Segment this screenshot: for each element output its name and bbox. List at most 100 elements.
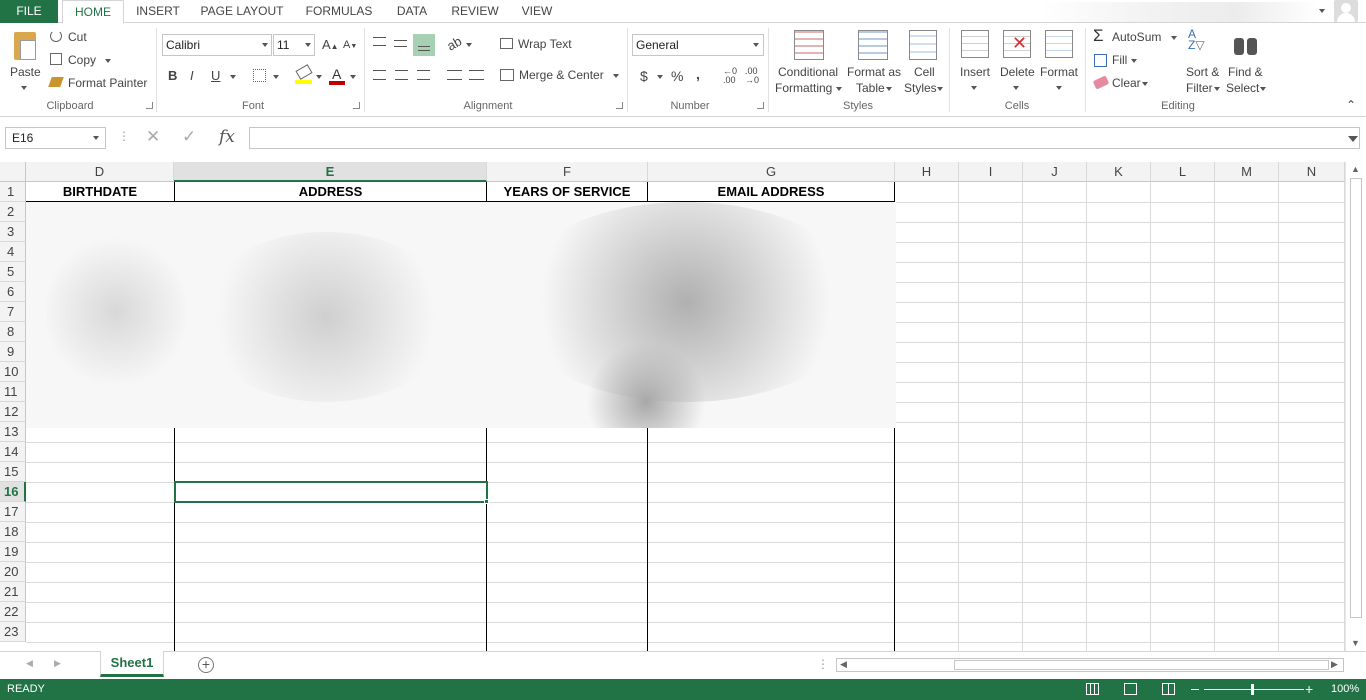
column-header-l[interactable]: L [1151,162,1215,182]
next-sheet-icon[interactable]: ▶ [54,658,61,669]
autosum-button[interactable]: AutoSum [1112,30,1161,44]
header-cell-address[interactable]: ADDRESS [175,182,486,202]
insert-dropdown-icon[interactable] [971,86,977,90]
increase-indent-icon[interactable] [469,70,484,80]
format-painter-button[interactable]: Format Painter [68,76,147,90]
zoom-slider-thumb[interactable] [1251,684,1254,695]
cancel-icon[interactable]: ✕ [146,127,160,147]
horizontal-scrollbar[interactable]: ◀ ▶ [836,658,1344,672]
fill-button[interactable]: Fill [1112,53,1127,67]
collapse-ribbon-icon[interactable]: ⌃ [1346,98,1356,112]
tab-insert[interactable]: INSERT [132,0,184,23]
conditional-formatting-dropdown-icon[interactable] [836,87,842,91]
underline-dropdown-icon[interactable] [230,75,236,79]
sort-filter-label-1[interactable]: Sort & [1186,65,1219,79]
scroll-up-icon[interactable]: ▲ [1351,164,1360,174]
row-header[interactable]: 5 [0,262,26,282]
add-sheet-icon[interactable]: + [198,657,214,673]
orientation-icon[interactable]: ab [444,33,464,53]
row-header[interactable]: 8 [0,322,26,342]
font-name-select[interactable]: Calibri [162,34,272,56]
normal-view-icon[interactable] [1086,683,1099,695]
zoom-slider[interactable] [1204,689,1304,690]
decrease-indent-icon[interactable] [447,70,462,80]
fill-handle[interactable] [484,499,489,504]
sheet-splitter[interactable]: ⋮ [817,657,829,671]
autosum-dropdown-icon[interactable] [1171,36,1177,40]
align-middle-icon[interactable] [394,40,407,47]
row-header[interactable]: 9 [0,342,26,362]
format-as-table-label-2[interactable]: Table [856,81,885,95]
format-as-table-dropdown-icon[interactable] [886,87,892,91]
row-header[interactable]: 4 [0,242,26,262]
column-header-j[interactable]: J [1023,162,1087,182]
tab-home[interactable]: HOME [62,0,124,24]
increase-font-icon[interactable]: A▲ [322,37,339,52]
row-header[interactable]: 21 [0,582,26,602]
number-format-select[interactable]: General [632,34,764,56]
decrease-font-icon[interactable]: A▼ [343,39,357,51]
formula-bar-splitter[interactable]: ⋮ [118,129,130,143]
cell-styles-dropdown-icon[interactable] [937,87,943,91]
delete-button[interactable]: Delete [1000,65,1035,79]
align-bottom-icon[interactable] [413,34,435,56]
bold-button[interactable]: B [168,68,177,83]
tab-review[interactable]: REVIEW [446,0,504,23]
row-header[interactable]: 14 [0,442,26,462]
zoom-out-icon[interactable] [1191,689,1199,690]
column-header-m[interactable]: M [1215,162,1279,182]
column-header-k[interactable]: K [1087,162,1151,182]
scroll-right-icon[interactable]: ▶ [1331,659,1338,670]
account-avatar[interactable] [1334,0,1358,22]
format-dropdown-icon[interactable] [1056,86,1062,90]
horizontal-thumb[interactable] [954,660,1329,670]
column-header-h[interactable]: H [895,162,959,182]
align-top-icon[interactable] [373,37,386,46]
insert-function-button[interactable]: fx [219,127,235,147]
font-launcher-icon[interactable] [353,102,360,109]
column-header-g[interactable]: G [648,162,895,182]
row-header[interactable]: 6 [0,282,26,302]
wrap-text-button[interactable]: Wrap Text [518,37,572,51]
sheet-tab-sheet1[interactable]: Sheet1 [100,651,164,677]
header-cell-birthdate[interactable]: BIRTHDATE [26,182,174,202]
tab-data[interactable]: DATA [390,0,434,23]
row-header[interactable]: 11 [0,382,26,402]
sort-filter-dropdown-icon[interactable] [1214,87,1220,91]
scroll-left-icon[interactable]: ◀ [840,659,847,670]
clipboard-launcher-icon[interactable] [146,102,153,109]
currency-button[interactable]: $ [640,68,648,84]
cell-styles-label-1[interactable]: Cell [914,65,935,79]
selected-cell-e16[interactable] [174,481,488,503]
header-cell-years-of-service[interactable]: YEARS OF SERVICE [487,182,647,202]
page-layout-view-icon[interactable] [1124,683,1137,695]
font-color-icon[interactable]: A [332,66,341,82]
prev-sheet-icon[interactable]: ◀ [26,658,33,669]
ribbon-options-icon[interactable] [1319,9,1325,13]
font-color-dropdown-icon[interactable] [350,75,356,79]
font-name-dropdown-icon[interactable] [262,43,268,47]
row-header[interactable]: 12 [0,402,26,422]
row-header[interactable]: 22 [0,602,26,622]
borders-icon[interactable] [253,69,266,82]
find-select-label-2[interactable]: Select [1226,81,1259,95]
worksheet-grid[interactable]: D E F G H I J K L M N 1 2 3 4 5 6 7 8 9 … [0,162,1345,651]
underline-button[interactable]: U [211,68,220,83]
row-header[interactable]: 13 [0,422,26,442]
row-header[interactable]: 17 [0,502,26,522]
tab-formulas[interactable]: FORMULAS [300,0,378,23]
row-header[interactable]: 7 [0,302,26,322]
insert-button[interactable]: Insert [960,65,990,79]
cut-button[interactable]: Cut [68,30,87,44]
row-header[interactable]: 2 [0,202,26,222]
vertical-scrollbar[interactable]: ▲ ▼ [1345,162,1366,651]
comma-button[interactable]: , [696,66,700,82]
row-header[interactable]: 3 [0,222,26,242]
number-format-dropdown-icon[interactable] [753,43,759,47]
scrollbar-thumb[interactable] [1350,178,1362,618]
merge-center-button[interactable]: Merge & Center [519,68,604,82]
align-center-icon[interactable] [395,70,408,80]
select-all-corner[interactable] [0,162,26,182]
find-select-label-1[interactable]: Find & [1228,65,1263,79]
italic-button[interactable]: I [190,68,194,83]
